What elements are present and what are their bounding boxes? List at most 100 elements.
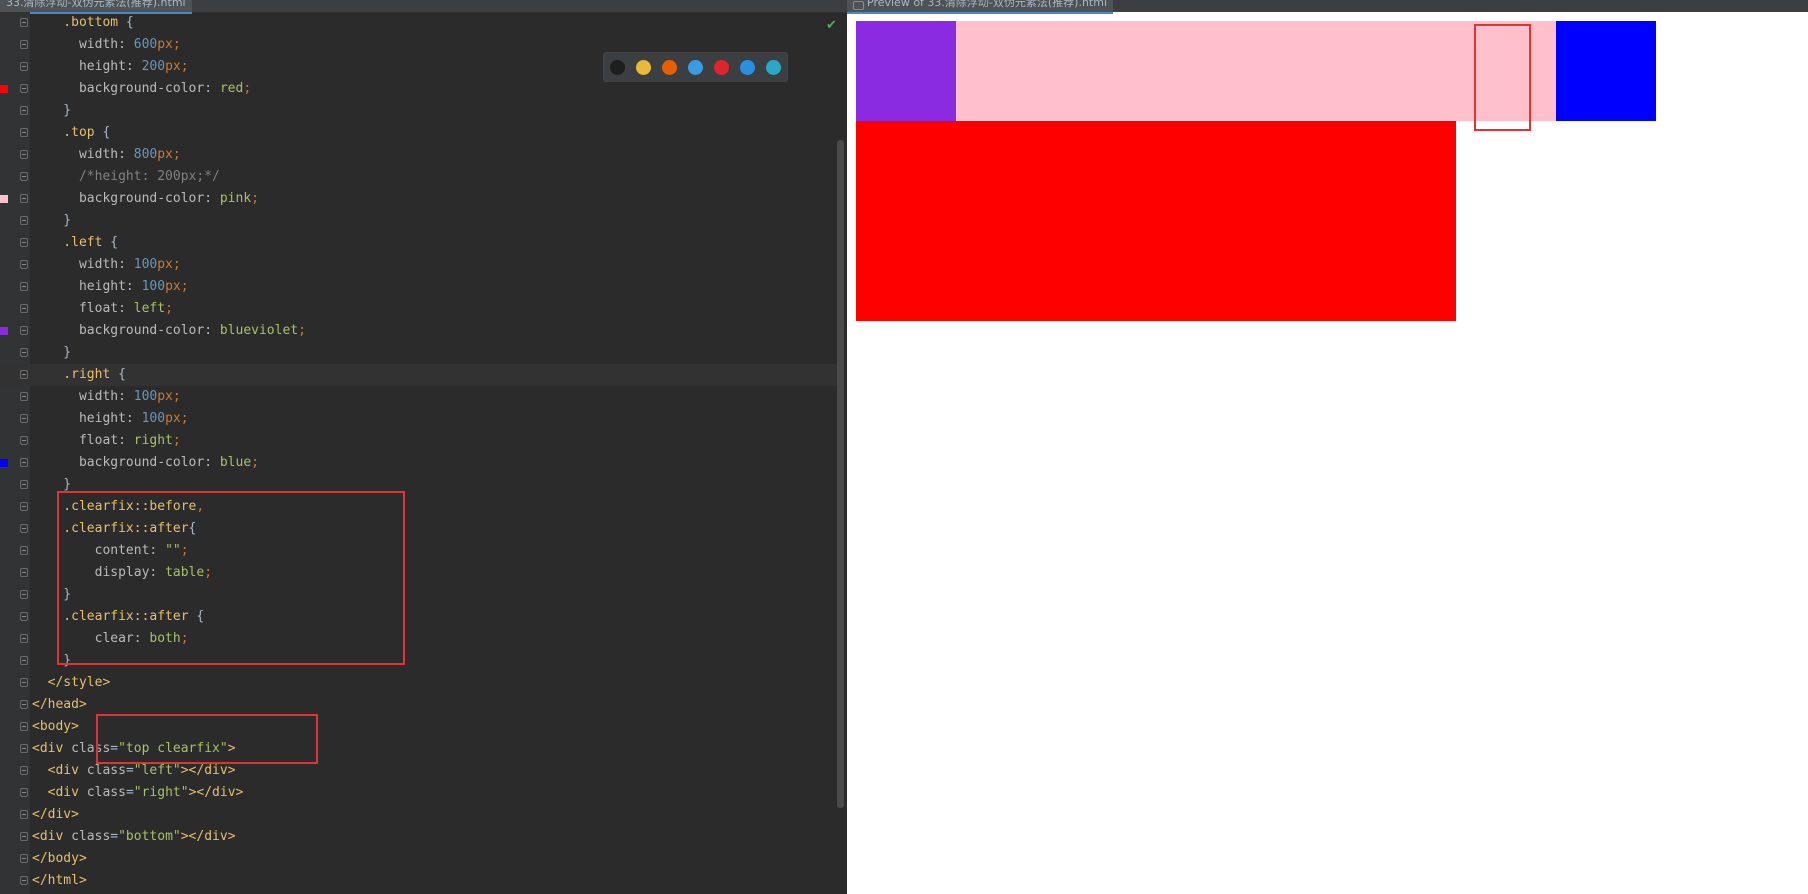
code-line[interactable]: width: 100px; bbox=[0, 386, 840, 408]
fold-marker-icon[interactable] bbox=[20, 634, 28, 643]
code-token: width bbox=[32, 147, 119, 162]
fold-marker-icon[interactable] bbox=[20, 832, 28, 841]
fold-marker-icon[interactable] bbox=[20, 568, 28, 577]
fold-marker-icon[interactable] bbox=[20, 282, 28, 291]
safari-icon[interactable] bbox=[688, 60, 703, 75]
fold-marker-icon[interactable] bbox=[20, 106, 28, 115]
fold-marker-icon[interactable] bbox=[20, 172, 28, 181]
fold-marker-icon[interactable] bbox=[20, 304, 28, 313]
editor-scrollbar[interactable] bbox=[837, 140, 844, 808]
fold-marker-icon[interactable] bbox=[20, 810, 28, 819]
fold-marker-icon[interactable] bbox=[20, 854, 28, 863]
fold-marker-icon[interactable] bbox=[20, 744, 28, 753]
preview-tab[interactable]: Preview of 33.清除浮动-双伪元素法(推荐).html bbox=[847, 0, 1114, 14]
code-token: width bbox=[32, 37, 119, 52]
code-token: : bbox=[118, 37, 134, 52]
fold-marker-icon[interactable] bbox=[20, 414, 28, 423]
firefox-icon[interactable] bbox=[662, 60, 677, 75]
code-line[interactable]: width: 800px; bbox=[0, 144, 840, 166]
code-line[interactable]: background-color: blue; bbox=[0, 452, 840, 474]
fold-marker-icon[interactable] bbox=[20, 150, 28, 159]
code-token: <body> bbox=[32, 719, 79, 734]
fold-marker-icon[interactable] bbox=[20, 722, 28, 731]
code-token: class bbox=[86, 785, 126, 800]
code-line[interactable]: .bottom { bbox=[0, 12, 840, 34]
color-swatch-icon[interactable] bbox=[0, 327, 8, 335]
code-line[interactable]: } bbox=[0, 100, 840, 122]
code-token: "bottom" bbox=[118, 829, 181, 844]
fold-marker-icon[interactable] bbox=[20, 370, 28, 379]
code-token: : bbox=[204, 323, 220, 338]
code-line[interactable]: .top { bbox=[0, 122, 840, 144]
code-token: { bbox=[125, 15, 134, 30]
edge-icon[interactable] bbox=[766, 60, 781, 75]
code-line[interactable]: <div class="bottom"></div> bbox=[0, 826, 840, 848]
fold-marker-icon[interactable] bbox=[20, 62, 28, 71]
fold-marker-icon[interactable] bbox=[20, 458, 28, 467]
internet-explorer-icon[interactable] bbox=[740, 60, 755, 75]
fold-marker-icon[interactable] bbox=[20, 128, 28, 137]
fold-marker-icon[interactable] bbox=[20, 502, 28, 511]
code-editor-pane[interactable]: 33.清除浮动-双伪元素法(推荐).html .bottom { width: … bbox=[0, 0, 847, 894]
code-line[interactable]: <div class="right"></div> bbox=[0, 782, 840, 804]
code-token: ; bbox=[180, 411, 189, 426]
fold-marker-icon[interactable] bbox=[20, 238, 28, 247]
fold-marker-icon[interactable] bbox=[20, 392, 28, 401]
fold-marker-icon[interactable] bbox=[20, 656, 28, 665]
inspection-ok-icon[interactable]: ✔ bbox=[826, 18, 837, 33]
fold-marker-icon[interactable] bbox=[20, 216, 28, 225]
code-token: ; bbox=[298, 323, 306, 338]
bottom-box bbox=[856, 121, 1456, 321]
fold-marker-icon[interactable] bbox=[20, 348, 28, 357]
code-line[interactable]: float: left; bbox=[0, 298, 840, 320]
code-line[interactable]: </head> bbox=[0, 694, 840, 716]
code-line[interactable]: </style> bbox=[0, 672, 840, 694]
code-line-text: <div class="right"></div> bbox=[32, 785, 244, 801]
code-line[interactable]: .left { bbox=[0, 232, 840, 254]
code-token: : bbox=[204, 191, 220, 206]
fold-marker-icon[interactable] bbox=[20, 700, 28, 709]
fold-marker-icon[interactable] bbox=[20, 84, 28, 93]
fold-marker-icon[interactable] bbox=[20, 260, 28, 269]
fold-marker-icon[interactable] bbox=[20, 612, 28, 621]
fold-marker-icon[interactable] bbox=[20, 590, 28, 599]
code-line[interactable]: /*height: 200px;*/ bbox=[0, 166, 840, 188]
code-line[interactable]: width: 100px; bbox=[0, 254, 840, 276]
fold-marker-icon[interactable] bbox=[20, 40, 28, 49]
code-token: 100 bbox=[133, 257, 158, 272]
chrome-icon[interactable] bbox=[636, 60, 651, 75]
code-line[interactable]: .right { bbox=[0, 364, 840, 386]
code-token: : bbox=[125, 279, 142, 294]
code-line[interactable]: background-color: blueviolet; bbox=[0, 320, 840, 342]
fold-marker-icon[interactable] bbox=[20, 766, 28, 775]
fold-marker-icon[interactable] bbox=[20, 546, 28, 555]
code-line[interactable]: } bbox=[0, 210, 840, 232]
fold-marker-icon[interactable] bbox=[20, 678, 28, 687]
code-line[interactable]: } bbox=[0, 342, 840, 364]
code-line[interactable]: </html> bbox=[0, 870, 840, 892]
fold-marker-icon[interactable] bbox=[20, 18, 28, 27]
code-line[interactable]: height: 100px; bbox=[0, 408, 840, 430]
fold-marker-icon[interactable] bbox=[20, 436, 28, 445]
fold-marker-icon[interactable] bbox=[20, 788, 28, 797]
intellij-icon[interactable] bbox=[610, 60, 625, 75]
left-float-box bbox=[856, 21, 956, 121]
opera-icon[interactable] bbox=[714, 60, 729, 75]
fold-marker-icon[interactable] bbox=[20, 194, 28, 203]
color-swatch-icon[interactable] bbox=[0, 195, 8, 203]
code-line[interactable]: background-color: pink; bbox=[0, 188, 840, 210]
fold-marker-icon[interactable] bbox=[20, 480, 28, 489]
preview-icon bbox=[853, 1, 864, 10]
code-line[interactable]: </body> bbox=[0, 848, 840, 870]
fold-marker-icon[interactable] bbox=[20, 876, 28, 885]
color-swatch-icon[interactable] bbox=[0, 459, 8, 467]
code-line[interactable]: height: 100px; bbox=[0, 276, 840, 298]
code-token: .left bbox=[32, 235, 111, 250]
code-line[interactable]: float: right; bbox=[0, 430, 840, 452]
code-token: background-color bbox=[32, 191, 205, 206]
code-line-text: </style> bbox=[32, 675, 111, 691]
color-swatch-icon[interactable] bbox=[0, 85, 8, 93]
fold-marker-icon[interactable] bbox=[20, 524, 28, 533]
fold-marker-icon[interactable] bbox=[20, 326, 28, 335]
code-line[interactable]: </div> bbox=[0, 804, 840, 826]
